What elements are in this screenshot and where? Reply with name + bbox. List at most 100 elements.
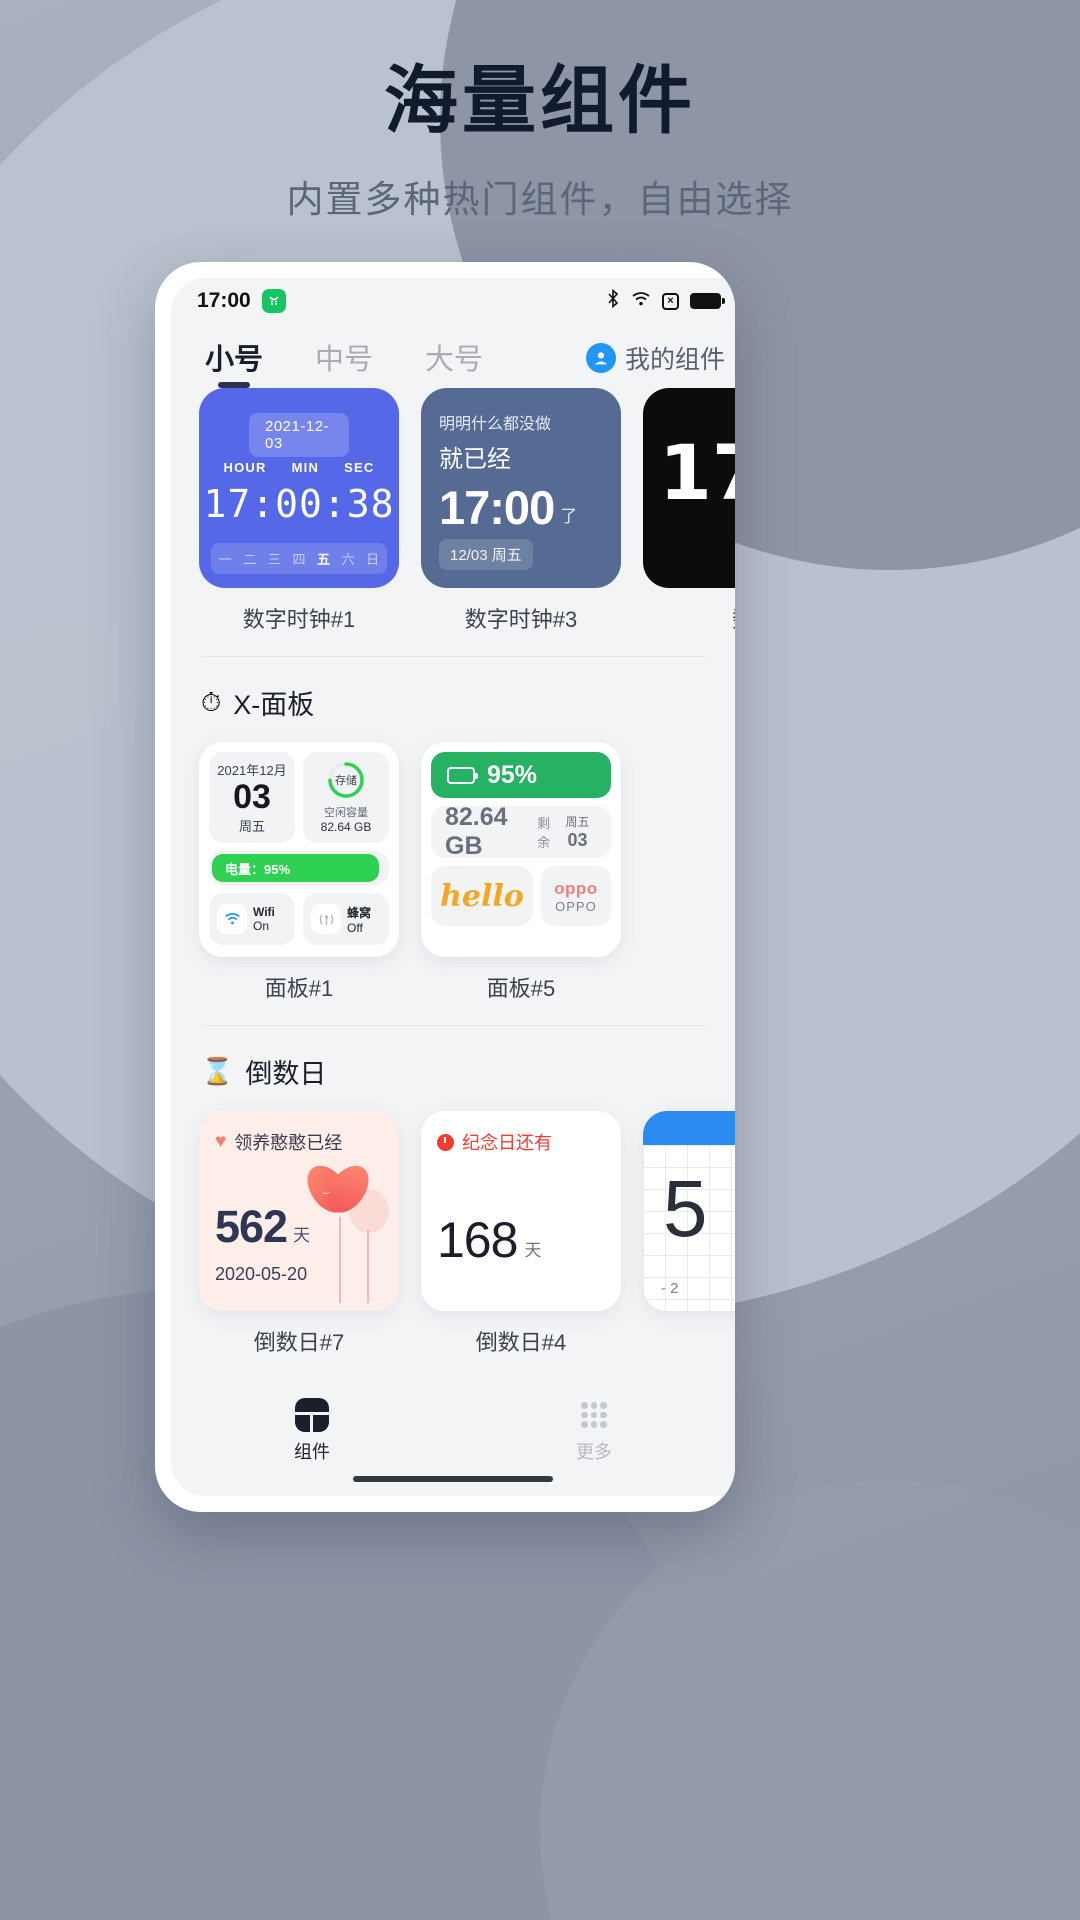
digital-clock-1-preview[interactable]: 2021-12-03 HOUR MIN SEC 17:00:38 一 二 三 四 [199, 388, 399, 588]
page-title: 海量组件 [384, 59, 696, 142]
panel1-storage-caption: 空闲容量 [324, 807, 368, 819]
widget-card-countdown-4[interactable]: 纪念日还有 168 天 倒数日#4 [421, 1111, 621, 1357]
my-widgets-button[interactable]: 我的组件 [585, 340, 735, 388]
clock1-time: 17:00:38 [203, 482, 395, 526]
gauge-icon: ⏱ [201, 686, 222, 717]
clock-widget-row: 2021-12-03 HOUR MIN SEC 17:00:38 一 二 三 四 [171, 388, 735, 634]
panel5-battery-value: 95% [487, 760, 538, 789]
nav-label-widgets: 组件 [294, 1442, 330, 1462]
widget-label: 倒数日#4 [475, 1330, 567, 1355]
countdown-calendar-preview[interactable]: 5 - 2 [643, 1111, 735, 1311]
panel1-wifi-name: Wifi [253, 905, 275, 920]
clock1-unit-hour: HOUR [223, 460, 267, 475]
oppo-label: OPPO [555, 898, 597, 914]
panel1-weekday: 周五 [238, 819, 265, 835]
widget-label: 数字时钟#3 [464, 607, 578, 632]
widget-list: 2021-12-03 HOUR MIN SEC 17:00:38 一 二 三 四 [171, 388, 735, 1357]
nav-label-more: 更多 [576, 1442, 612, 1462]
nav-item-more[interactable]: 更多 [453, 1398, 735, 1464]
phone-mockup: 17:00 × 小号 中号 大号 我的组件 2021-12-03 HOUR MI… [155, 262, 735, 1512]
clock1-unit-sec: SEC [344, 460, 375, 475]
flip-clock-preview[interactable]: 17 [643, 388, 735, 588]
balloon-string [339, 1217, 341, 1303]
tab-medium[interactable]: 中号 [315, 336, 373, 388]
clock1-weekday: 六 [341, 552, 355, 567]
balloon-string [367, 1229, 369, 1303]
status-bar-left: 17:00 [197, 289, 286, 313]
status-time: 17:00 [197, 289, 251, 312]
widget-card-countdown-7[interactable]: ♥ 领养憨憨已经 ⌣ 562 天 2020-05-20 倒数日#7 [199, 1111, 399, 1357]
countdown-widget-row: ♥ 领养憨憨已经 ⌣ 562 天 2020-05-20 倒数日#7 纪念日还有 … [171, 1111, 735, 1357]
panel5-storage-caption: 剩余 [537, 816, 551, 850]
panel-widget-row: 2021年12月 03 周五 存储 空闲容量 82.64 GB 电量：95% W… [171, 742, 735, 1003]
widget-label: 数 [732, 602, 735, 634]
clock1-weekday: 二 [243, 552, 257, 567]
clock1-weekday: 一 [218, 552, 232, 567]
widget-card-panel-5[interactable]: 95% 82.64 GB 剩余 周五 03 hello oppo OPPO 面板… [421, 742, 621, 1003]
section-title: 倒数日 [245, 1059, 327, 1089]
bottom-navigation: 组件 更多 [171, 1388, 735, 1496]
clock1-unit-min: MIN [291, 460, 320, 475]
tab-small[interactable]: 小号 [205, 336, 263, 388]
panel5-tile-row: hello oppo OPPO [431, 866, 611, 926]
storage-ring-icon: 存储 [326, 760, 366, 800]
calendar-subtext: - 2 [661, 1280, 679, 1297]
countdown4-number: 168 [437, 1212, 518, 1268]
clock3-footer: 12/03 周五 [439, 539, 533, 570]
heart-icon: ♥ [215, 1131, 227, 1152]
countdown4-unit: 天 [524, 1241, 542, 1260]
panel-1-preview[interactable]: 2021年12月 03 周五 存储 空闲容量 82.64 GB 电量：95% W… [199, 742, 399, 957]
battery-icon [447, 766, 478, 784]
panel1-battery-text: 电量：95% [225, 861, 291, 877]
balloon-decoration: ⌣ [303, 1163, 389, 1303]
panel5-brand-tile[interactable]: oppo OPPO [540, 866, 611, 926]
calendar-header-bar [643, 1111, 735, 1145]
page-subtitle: 内置多种热门组件，自由选择 [286, 179, 794, 221]
panel-5-preview[interactable]: 95% 82.64 GB 剩余 周五 03 hello oppo OPPO [421, 742, 621, 957]
shopping-bag-icon [261, 289, 286, 313]
panel1-storage-value: 82.64 GB [320, 820, 372, 834]
widget-card-digital-clock-3[interactable]: 明明什么都没做 就已经 17:00 了 12/03 周五 数字时钟#3 [421, 388, 621, 634]
countdown7-date: 2020-05-20 [215, 1264, 308, 1284]
panel1-wifi-state: On [253, 919, 270, 934]
digital-clock-3-preview[interactable]: 明明什么都没做 就已经 17:00 了 12/03 周五 [421, 388, 621, 588]
nav-item-widgets[interactable]: 组件 [171, 1398, 453, 1464]
panel5-hello-tile[interactable]: hello [431, 866, 533, 926]
section-header-countdown: ⌛ 倒数日 [171, 1026, 735, 1111]
grid-dots-icon [577, 1398, 611, 1432]
panel1-wifi-toggle[interactable]: Wifi On [209, 893, 295, 946]
clock3-line2: 就已经 [439, 446, 511, 473]
tab-large[interactable]: 大号 [425, 336, 483, 388]
countdown-7-preview[interactable]: ♥ 领养憨憨已经 ⌣ 562 天 2020-05-20 [199, 1111, 399, 1311]
status-bar: 17:00 × [171, 278, 735, 324]
balloon-face-icon: ⌣ [322, 1185, 330, 1199]
countdown4-title: 纪念日还有 [462, 1133, 552, 1153]
panel5-weekday: 周五 [565, 815, 590, 829]
clock3-line1: 明明什么都没做 [439, 416, 552, 433]
panel5-storage-row: 82.64 GB 剩余 周五 03 [431, 803, 611, 860]
panel1-cellular-toggle[interactable]: 蜂窝 Off [303, 893, 389, 946]
panel1-battery-bar: 电量：95% [209, 851, 389, 886]
widget-card-countdown-calendar[interactable]: 5 - 2 [643, 1111, 735, 1357]
signal-off-icon: × [662, 292, 679, 310]
panel5-day: 03 [567, 830, 588, 850]
panel1-top-row: 2021年12月 03 周五 存储 空闲容量 82.64 GB [209, 752, 389, 844]
wifi-icon [217, 904, 247, 935]
panel1-cellular-text: 蜂窝 Off [347, 904, 371, 935]
panel1-storage-ring-label: 存储 [335, 775, 357, 787]
widget-card-digital-clock-1[interactable]: 2021-12-03 HOUR MIN SEC 17:00:38 一 二 三 四 [199, 388, 399, 634]
clock-icon [437, 1133, 454, 1151]
panel5-battery-bar: 95% [431, 752, 611, 798]
countdown-4-preview[interactable]: 纪念日还有 168 天 [421, 1111, 621, 1311]
calendar-number: 5 [663, 1164, 708, 1253]
clock3-suffix: 了 [560, 507, 578, 526]
widget-card-flip-clock[interactable]: 17 数 [643, 388, 735, 634]
countdown7-header: ♥ 领养憨憨已经 [215, 1129, 383, 1155]
home-indicator [353, 1476, 553, 1482]
widget-label: 面板#1 [264, 976, 334, 1001]
panel1-day: 03 [233, 778, 271, 816]
widget-card-panel-1[interactable]: 2021年12月 03 周五 存储 空闲容量 82.64 GB 电量：95% W… [199, 742, 399, 1003]
widget-label: 面板#5 [486, 976, 556, 1001]
panel1-cellular-state: Off [347, 920, 363, 935]
hero-section: 海量组件 内置多种热门组件，自由选择 [0, 58, 1080, 223]
